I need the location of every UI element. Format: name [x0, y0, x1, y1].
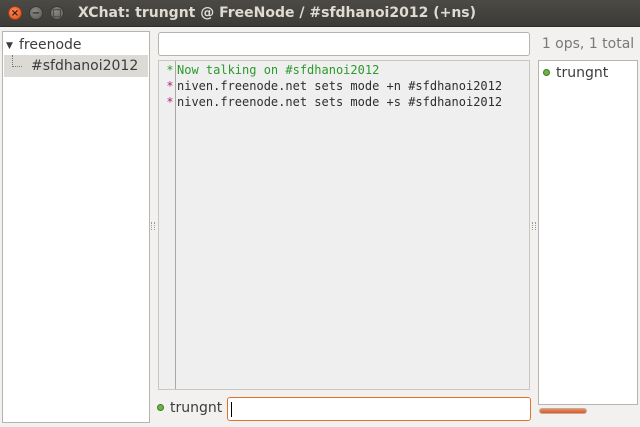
text-cursor [231, 402, 232, 417]
window-titlebar[interactable]: × − □ XChat: trungnt @ FreeNode / #sfdha… [0, 0, 640, 27]
left-pane-grip-icon[interactable] [151, 222, 155, 230]
chat-separator [175, 61, 176, 389]
user-count-label: 1 ops, 1 total [541, 36, 635, 52]
nick-label: trungnt [170, 400, 223, 416]
tree-channel-sfdhanoi2012[interactable]: #sfdhanoi2012 [4, 55, 148, 77]
message-input[interactable] [227, 397, 531, 421]
message-text: niven.freenode.net sets mode +n #sfdhano… [177, 79, 503, 93]
chat-lines: * Now talking on #sfdhanoi2012 * niven.fre… [163, 62, 502, 110]
chat-line: * niven.freenode.net sets mode +s #sfdhan… [163, 94, 502, 110]
right-pane-grip-icon[interactable] [532, 222, 536, 230]
message-text: niven.freenode.net sets mode +s #sfdhano… [177, 95, 503, 109]
lag-meter [539, 408, 587, 414]
user-list[interactable]: trungnt [538, 60, 638, 405]
op-status-icon [157, 404, 164, 411]
expand-arrow-icon[interactable]: ▼ [6, 36, 19, 56]
tree-server-freenode[interactable]: ▼ freenode [6, 35, 82, 55]
user-list-item[interactable]: trungnt [543, 64, 608, 82]
chat-line: * Now talking on #sfdhanoi2012 [163, 62, 502, 78]
message-prefix: * [166, 95, 174, 109]
close-button[interactable]: × [8, 6, 22, 20]
server-label: freenode [19, 37, 82, 53]
window-title: XChat: trungnt @ FreeNode / #sfdhanoi201… [78, 5, 477, 21]
message-prefix: * [166, 79, 174, 93]
nick-button[interactable]: trungnt [157, 397, 222, 419]
lag-meter-fill [540, 409, 586, 413]
tree-connector-line [12, 55, 22, 67]
message-prefix: * [166, 63, 174, 77]
channel-label: #sfdhanoi2012 [31, 58, 139, 74]
op-status-icon [543, 69, 550, 76]
user-nick: trungnt [556, 65, 609, 81]
topic-input[interactable] [158, 32, 530, 56]
chat-line: * niven.freenode.net sets mode +n #sfdhan… [163, 78, 502, 94]
channel-tree[interactable]: ▼ freenode #sfdhanoi2012 [2, 31, 150, 423]
minimize-button[interactable]: − [29, 6, 43, 20]
maximize-button[interactable]: □ [50, 6, 64, 20]
message-text: Now talking on #sfdhanoi2012 [177, 63, 380, 77]
